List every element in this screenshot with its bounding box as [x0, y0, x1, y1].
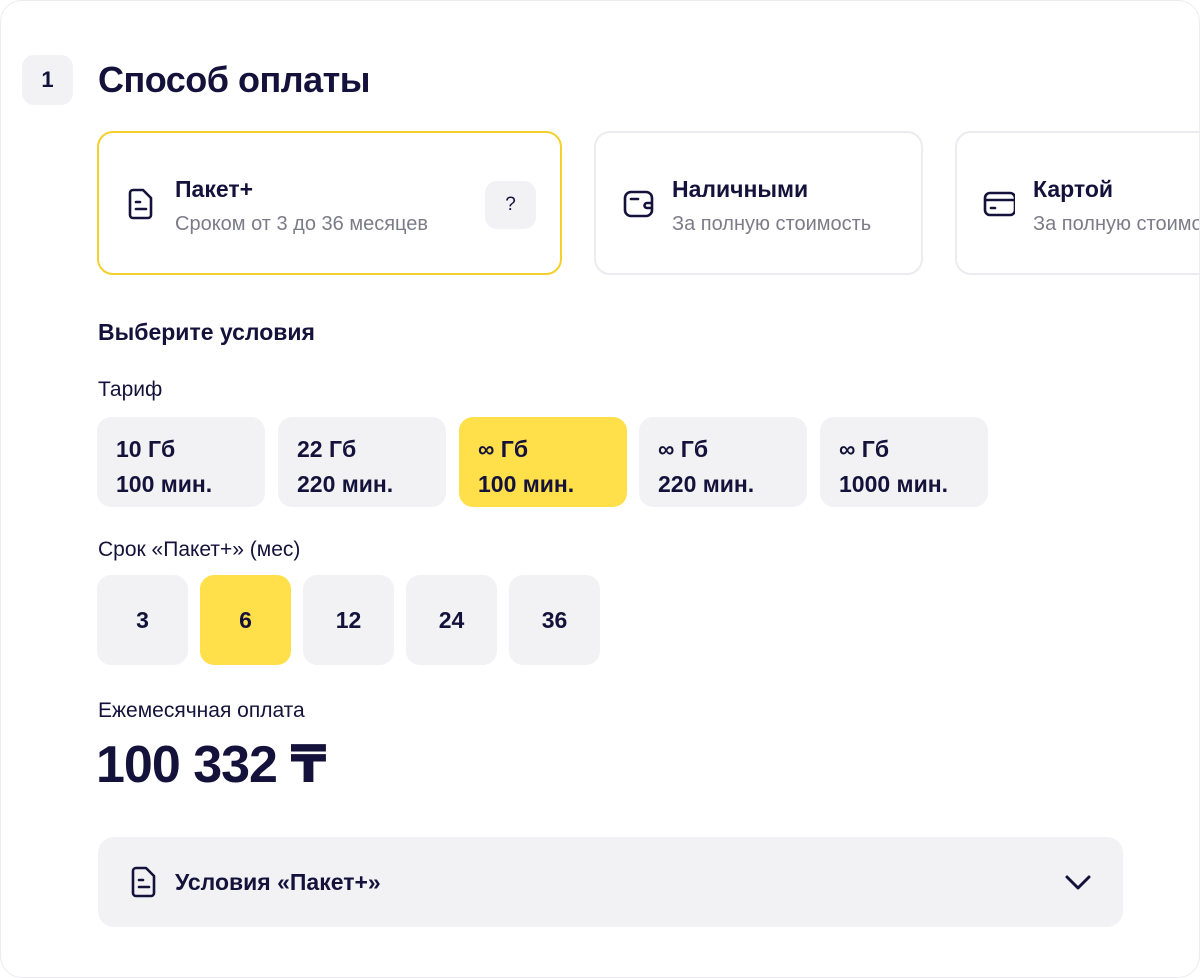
- tariff-minutes: 220 мин.: [658, 471, 755, 497]
- tariff-option-selected[interactable]: ∞ Гб 100 мин.: [459, 417, 627, 507]
- tariff-option[interactable]: ∞ Гб 220 мин.: [639, 417, 807, 507]
- tariff-minutes: 100 мин.: [478, 471, 575, 497]
- payment-method-card: 1 Способ оплаты Пакет+ Сроком от 3 до 36…: [0, 0, 1200, 978]
- wallet-icon: [623, 190, 654, 218]
- term-option[interactable]: 3: [97, 575, 188, 665]
- package-conditions-accordion[interactable]: Условия «Пакет+»: [98, 837, 1123, 927]
- step-number-badge: 1: [22, 55, 73, 105]
- tariff-option[interactable]: 10 Гб 100 мин.: [97, 417, 265, 507]
- tariff-minutes: 220 мин.: [297, 471, 394, 497]
- tariff-minutes: 1000 мин.: [839, 471, 948, 497]
- tariff-option[interactable]: 22 Гб 220 мин.: [278, 417, 446, 507]
- payment-option-subtitle: Сроком от 3 до 36 месяцев: [175, 213, 429, 235]
- term-option[interactable]: 36: [509, 575, 600, 665]
- tariff-label: Тариф: [98, 378, 163, 401]
- tariff-data: ∞ Гб: [839, 436, 890, 462]
- card-icon: [983, 191, 1015, 217]
- section-title: Способ оплаты: [98, 59, 371, 100]
- monthly-payment-amount: 100 332 ₸: [96, 736, 327, 794]
- term-label: Срок «Пакет+» (мес): [98, 538, 301, 561]
- conditions-heading: Выберите условия: [98, 319, 315, 345]
- payment-option-title: Наличными: [672, 176, 809, 202]
- tariff-data: ∞ Гб: [478, 436, 529, 462]
- tariff-data: ∞ Гб: [658, 436, 709, 462]
- payment-option-title: Пакет+: [175, 176, 254, 202]
- tariff-data: 10 Гб: [116, 436, 176, 462]
- term-option[interactable]: 24: [406, 575, 497, 665]
- chevron-down-icon[interactable]: [1063, 869, 1093, 895]
- tariff-data: 22 Гб: [297, 436, 357, 462]
- document-icon: [128, 188, 153, 220]
- tariff-option[interactable]: ∞ Гб 1000 мин.: [820, 417, 988, 507]
- payment-option-subtitle: За полную стоимость: [672, 213, 872, 235]
- term-option-selected[interactable]: 6: [200, 575, 291, 665]
- tariff-minutes: 100 мин.: [116, 471, 213, 497]
- monthly-payment-label: Ежемесячная оплата: [98, 699, 305, 722]
- document-icon: [131, 866, 156, 898]
- payment-option-package[interactable]: Пакет+ Сроком от 3 до 36 месяцев ?: [97, 131, 562, 275]
- payment-option-card[interactable]: Картой За полную стоимость: [955, 131, 1199, 275]
- term-option[interactable]: 12: [303, 575, 394, 665]
- payment-option-subtitle: За полную стоимость: [1033, 213, 1199, 235]
- payment-option-title: Картой: [1033, 176, 1114, 202]
- accordion-title: Условия «Пакет+»: [175, 869, 381, 895]
- help-button[interactable]: ?: [485, 181, 536, 229]
- payment-option-cash[interactable]: Наличными За полную стоимость: [594, 131, 923, 275]
